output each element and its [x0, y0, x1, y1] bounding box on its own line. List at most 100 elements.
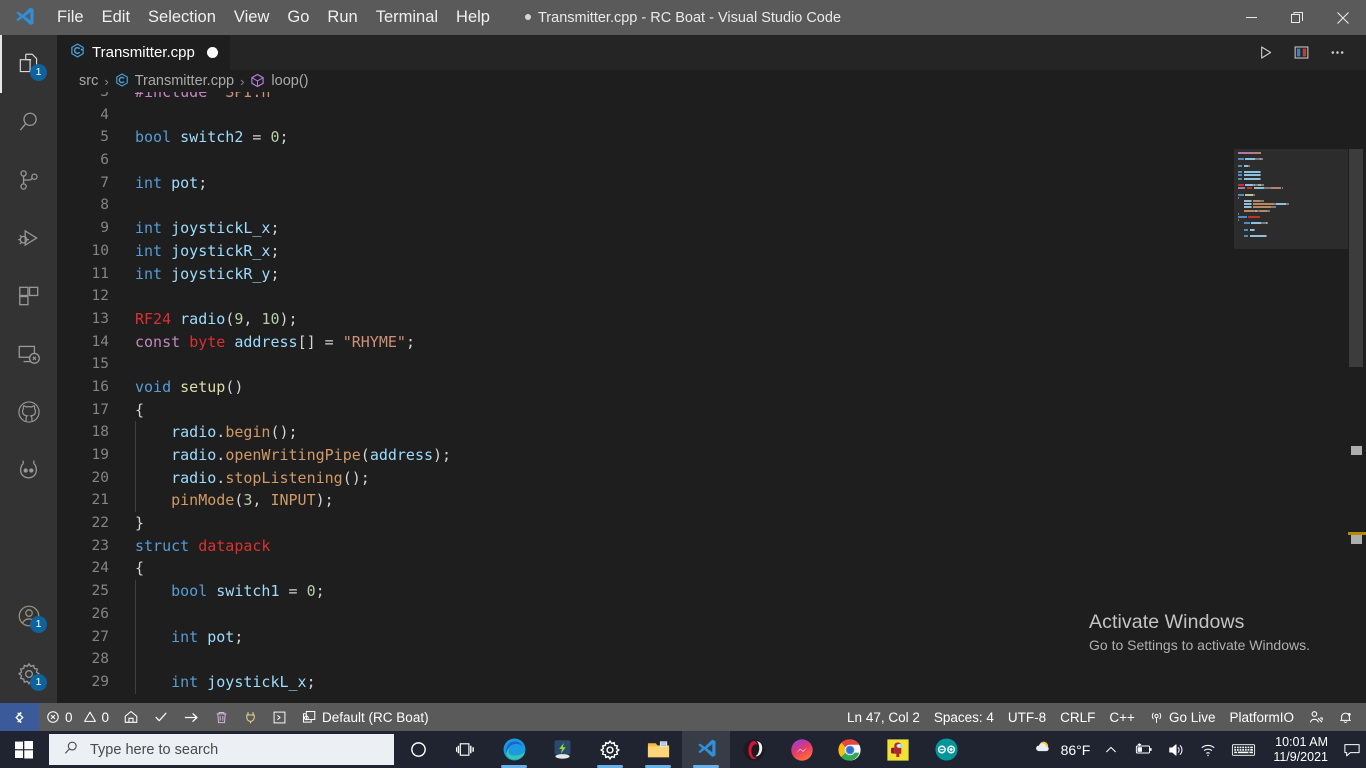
line-content[interactable]: int joystickR_x;	[135, 240, 280, 263]
sidebar-item-platformio[interactable]	[0, 441, 57, 499]
line-content[interactable]: int joystickL_x;	[135, 217, 280, 240]
code-line[interactable]: 20 radio.stopListening();	[57, 466, 1366, 490]
code-line[interactable]: 17 {	[57, 399, 1366, 422]
code-line[interactable]: 16 void setup()	[57, 376, 1366, 399]
menu-edit[interactable]: Edit	[93, 0, 139, 35]
status-indentation[interactable]: Spaces: 4	[927, 703, 1001, 731]
sidebar-item-search[interactable]	[0, 93, 57, 151]
status-pio-home[interactable]	[116, 703, 146, 731]
status-go-live[interactable]: Go Live	[1142, 703, 1223, 731]
sidebar-item-accounts[interactable]: 1	[0, 587, 57, 645]
status-platformio[interactable]: PlatformIO	[1222, 703, 1301, 731]
breadcrumb-file[interactable]: Transmitter.cpp	[115, 73, 234, 89]
menu-terminal[interactable]: Terminal	[367, 0, 447, 35]
code-line[interactable]: 8	[57, 194, 1366, 217]
code-line[interactable]: 3 #include "SPI.h"	[57, 92, 1366, 104]
code-line[interactable]: 14 const byte address[] = "RHYME";	[57, 331, 1366, 354]
menu-help[interactable]: Help	[447, 0, 499, 35]
status-pio-serial-monitor[interactable]	[236, 703, 265, 731]
code-line[interactable]: 9 int joystickL_x;	[57, 217, 1366, 240]
status-pio-project-env[interactable]: Default (RC Boat)	[294, 703, 436, 731]
status-eol[interactable]: CRLF	[1053, 703, 1102, 731]
line-content[interactable]: radio.begin();	[135, 421, 298, 444]
status-notifications[interactable]	[1331, 703, 1360, 731]
code-line[interactable]: 5 bool switch2 = 0;	[57, 126, 1366, 149]
line-content[interactable]: {	[135, 557, 144, 580]
show-hidden-icons-button[interactable]	[1097, 731, 1125, 768]
taskbar-autodesk-fusion[interactable]	[538, 731, 586, 768]
code-line[interactable]: 15	[57, 353, 1366, 376]
editor-scrollbar[interactable]	[1348, 149, 1366, 703]
taskbar-opera-gx[interactable]	[730, 731, 778, 768]
line-content[interactable]: bool switch2 = 0;	[135, 126, 289, 149]
touch-keyboard-icon[interactable]	[1224, 731, 1263, 768]
menu-run[interactable]: Run	[318, 0, 366, 35]
taskbar-cortana[interactable]	[394, 731, 442, 768]
code-line[interactable]: 22}	[57, 512, 1366, 535]
sidebar-item-explorer[interactable]: 1	[0, 35, 57, 93]
line-content[interactable]: int joystickR_y;	[135, 263, 280, 286]
sidebar-item-remote-explorer[interactable]	[0, 325, 57, 383]
taskbar-google-chrome[interactable]	[826, 731, 874, 768]
windows-start-icon[interactable]	[0, 731, 48, 768]
line-content[interactable]: pinMode(3, INPUT);	[135, 489, 334, 513]
breadcrumb-src[interactable]: src	[79, 73, 98, 89]
line-content[interactable]: int pot;	[135, 172, 207, 195]
taskbar-microsoft-edge[interactable]	[490, 731, 538, 768]
line-content[interactable]: int pot;	[135, 625, 243, 649]
status-pio-build[interactable]	[146, 703, 176, 731]
taskbar-arduino-ide[interactable]	[922, 731, 970, 768]
tab-dirty-indicator[interactable]	[206, 47, 218, 58]
minimize-button[interactable]	[1228, 0, 1274, 35]
code-line[interactable]: 27 int pot;	[57, 625, 1366, 649]
line-content[interactable]: const byte address[] = "RHYME";	[135, 331, 415, 354]
sidebar-item-manage-settings[interactable]: 1	[0, 645, 57, 703]
taskbar-file-explorer[interactable]	[634, 731, 682, 768]
line-content[interactable]: radio.openWritingPipe(address);	[135, 444, 451, 467]
status-pio-clean[interactable]	[207, 703, 236, 731]
code-line[interactable]: 26	[57, 602, 1366, 626]
restore-button[interactable]	[1274, 0, 1320, 35]
breadcrumb-symbol[interactable]: loop()	[250, 73, 309, 89]
status-pio-upload[interactable]	[176, 703, 207, 731]
menu-view[interactable]: View	[225, 0, 278, 35]
code-editor[interactable]: 3 #include "SPI.h" 4 5 bool switch2 = 0; 6 7 in…	[57, 92, 1366, 703]
status-live-share[interactable]	[1301, 703, 1331, 731]
search-input[interactable]: Type here to search	[49, 734, 394, 765]
line-content[interactable]: #include "SPI.h"	[135, 92, 280, 104]
editor-scroll-region[interactable]: 3 #include "SPI.h" 4 5 bool switch2 = 0; 6 7 in…	[57, 92, 1366, 703]
code-line[interactable]: 23 struct datapack	[57, 535, 1366, 558]
taskbar-visual-studio-code[interactable]	[682, 731, 730, 768]
more-actions-icon[interactable]	[1322, 38, 1352, 68]
menu-file[interactable]: File	[48, 0, 93, 35]
action-center-icon[interactable]	[1338, 731, 1366, 768]
status-language-mode[interactable]: C++	[1102, 703, 1142, 731]
run-code-icon[interactable]	[1250, 38, 1280, 68]
clock[interactable]: 10:01 AM 11/9/2021	[1263, 731, 1338, 768]
menu-selection[interactable]: Selection	[139, 0, 225, 35]
sidebar-item-source-control[interactable]	[0, 151, 57, 209]
code-line[interactable]: 4	[57, 104, 1366, 127]
scrollbar-thumb[interactable]	[1349, 149, 1363, 367]
network-wifi-icon[interactable]	[1192, 731, 1224, 768]
tab-transmitter-cpp[interactable]: Transmitter.cpp	[57, 35, 231, 70]
taskbar-settings[interactable]	[586, 731, 634, 768]
code-line[interactable]: 29 int joystickL_x;	[57, 670, 1366, 694]
code-line[interactable]: 25 bool switch1 = 0;	[57, 580, 1366, 603]
code-line[interactable]: 24 {	[57, 557, 1366, 580]
code-line[interactable]: 28	[57, 648, 1366, 671]
status-encoding[interactable]: UTF-8	[1001, 703, 1053, 731]
battery-charging-icon[interactable]	[1125, 731, 1160, 768]
menu-go[interactable]: Go	[278, 0, 318, 35]
taskbar-among-us[interactable]	[874, 731, 922, 768]
code-line[interactable]: 18 radio.begin();	[57, 421, 1366, 444]
line-content[interactable]: radio.stopListening();	[135, 466, 370, 490]
close-button[interactable]	[1320, 0, 1366, 35]
line-content[interactable]: int joystickL_x;	[135, 670, 316, 694]
code-line[interactable]: 10 int joystickR_x;	[57, 240, 1366, 263]
line-content[interactable]: void setup()	[135, 376, 243, 399]
minimap-slider[interactable]	[1234, 149, 1348, 249]
weather-widget[interactable]: 86°F	[1028, 731, 1098, 768]
sidebar-item-github[interactable]	[0, 383, 57, 441]
minimap[interactable]	[1234, 149, 1348, 703]
